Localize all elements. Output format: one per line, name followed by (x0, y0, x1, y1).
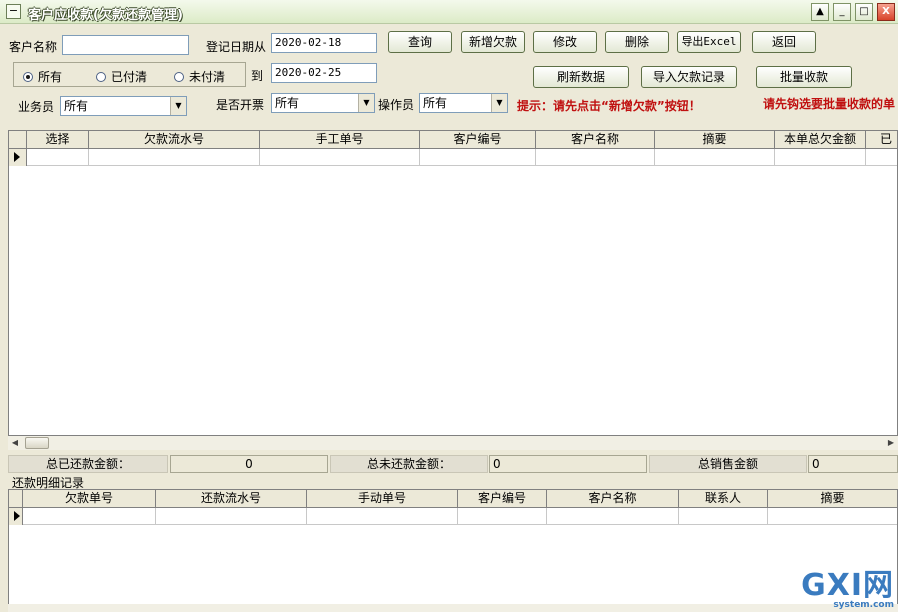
title-bar: − 客户应收款(欠款还款管理) ▲ _ □ X (0, 0, 898, 24)
scroll-left-icon[interactable]: ◀ (8, 436, 22, 450)
operator-label: 操作员 (378, 98, 415, 112)
total-unpaid-label: 总未还款金额： (330, 455, 488, 473)
table-row[interactable] (9, 149, 897, 166)
column-header[interactable]: 联系人 (679, 490, 768, 508)
column-header[interactable]: 手动单号 (307, 490, 458, 508)
column-header[interactable]: 已 (866, 131, 897, 149)
scroll-up-button[interactable]: ▲ (811, 3, 829, 21)
column-header[interactable]: 手工单号 (260, 131, 420, 149)
total-sales-label: 总销售金额 (649, 455, 807, 473)
scroll-thumb[interactable] (25, 437, 49, 449)
query-button[interactable]: 查询 (388, 31, 452, 53)
maximize-button[interactable]: □ (855, 3, 873, 21)
column-header[interactable]: 选择 (27, 131, 89, 149)
minimize-button[interactable]: _ (833, 3, 851, 21)
delete-button[interactable]: 删除 (605, 31, 669, 53)
status-radio-group: 所有 已付清 未付清 (13, 62, 246, 87)
status-radio-paid[interactable]: 已付清 (96, 68, 147, 85)
totals-bar: 总已还款金额： 0 总未还款金额： 0 总销售金额 0 (8, 455, 898, 473)
detail-table-scrollbar[interactable] (8, 604, 898, 612)
app-window: − 客户应收款(欠款还款管理) ▲ _ □ X 客户名称 登记日期从 2020-… (0, 0, 898, 612)
salesperson-label: 业务员 (18, 100, 55, 114)
column-header[interactable]: 客户名称 (536, 131, 655, 149)
new-debt-button[interactable]: 新增欠款 (461, 31, 525, 53)
window-title: 客户应收款(欠款还款管理) (28, 8, 183, 23)
row-pointer-icon (9, 149, 27, 166)
column-header[interactable]: 还款流水号 (156, 490, 307, 508)
debt-table-scrollbar[interactable]: ◀ ▶ (8, 436, 898, 450)
new-debt-hint: 提示：请先点击“新增欠款”按钮！ (517, 99, 701, 113)
operator-select[interactable]: 所有 ▼ (419, 93, 508, 113)
edit-button[interactable]: 修改 (533, 31, 597, 53)
scroll-right-icon[interactable]: ▶ (884, 436, 898, 450)
system-menu-icon[interactable]: − (6, 4, 21, 19)
date-from-label: 登记日期从 (206, 40, 267, 54)
status-radio-unpaid[interactable]: 未付清 (174, 68, 225, 85)
invoice-select[interactable]: 所有 ▼ (271, 93, 375, 113)
radio-selected-icon (23, 72, 33, 82)
total-paid-value: 0 (170, 455, 328, 473)
radio-icon (174, 72, 184, 82)
total-unpaid-value: 0 (489, 455, 647, 473)
table-row[interactable] (9, 508, 897, 525)
detail-table: 欠款单号 还款流水号 手动单号 客户编号 客户名称 联系人 摘要 (8, 489, 898, 612)
invoice-label: 是否开票 (216, 98, 265, 112)
column-header[interactable]: 客户编号 (458, 490, 547, 508)
debt-table: 选择 欠款流水号 手工单号 客户编号 客户名称 摘要 本单总欠金额 已 (8, 130, 898, 436)
column-header[interactable]: 摘要 (655, 131, 775, 149)
column-header[interactable]: 客户编号 (420, 131, 536, 149)
detail-table-header: 欠款单号 还款流水号 手动单号 客户编号 客户名称 联系人 摘要 (9, 490, 897, 508)
date-to-label: 到 (251, 69, 264, 83)
date-from-input[interactable]: 2020-02-18 (271, 33, 377, 53)
radio-icon (96, 72, 106, 82)
column-header[interactable]: 客户名称 (547, 490, 679, 508)
export-excel-button[interactable]: 导出Excel (677, 31, 741, 53)
column-header[interactable]: 欠款单号 (23, 490, 156, 508)
dropdown-arrow-icon[interactable]: ▼ (170, 97, 186, 115)
customer-name-label: 客户名称 (9, 40, 58, 54)
total-sales-value: 0 (808, 455, 898, 473)
refresh-button[interactable]: 刷新数据 (533, 66, 629, 88)
header-corner (9, 490, 23, 508)
column-header[interactable]: 本单总欠金额 (775, 131, 866, 149)
close-button[interactable]: X (877, 3, 895, 21)
back-button[interactable]: 返回 (752, 31, 816, 53)
total-paid-label: 总已还款金额： (8, 455, 168, 473)
header-corner (9, 131, 27, 149)
filter-panel: 客户名称 登记日期从 2020-02-18 查询 新增欠款 修改 删除 导出Ex… (0, 24, 898, 128)
import-debt-button[interactable]: 导入欠款记录 (641, 66, 737, 88)
site-watermark-logo: GXI网 system.com (801, 568, 894, 610)
batch-collect-hint: 请先钩选要批量收款的单 (763, 97, 896, 111)
dropdown-arrow-icon[interactable]: ▼ (358, 94, 374, 112)
status-radio-all[interactable]: 所有 (23, 68, 62, 85)
customer-name-input[interactable] (62, 35, 189, 55)
dropdown-arrow-icon[interactable]: ▼ (491, 94, 507, 112)
batch-collect-button[interactable]: 批量收款 (756, 66, 852, 88)
debt-table-header: 选择 欠款流水号 手工单号 客户编号 客户名称 摘要 本单总欠金额 已 (9, 131, 897, 149)
salesperson-select[interactable]: 所有 ▼ (60, 96, 187, 116)
column-header[interactable]: 欠款流水号 (89, 131, 260, 149)
column-header[interactable]: 摘要 (768, 490, 897, 508)
row-pointer-icon (9, 508, 23, 525)
date-to-input[interactable]: 2020-02-25 (271, 63, 377, 83)
